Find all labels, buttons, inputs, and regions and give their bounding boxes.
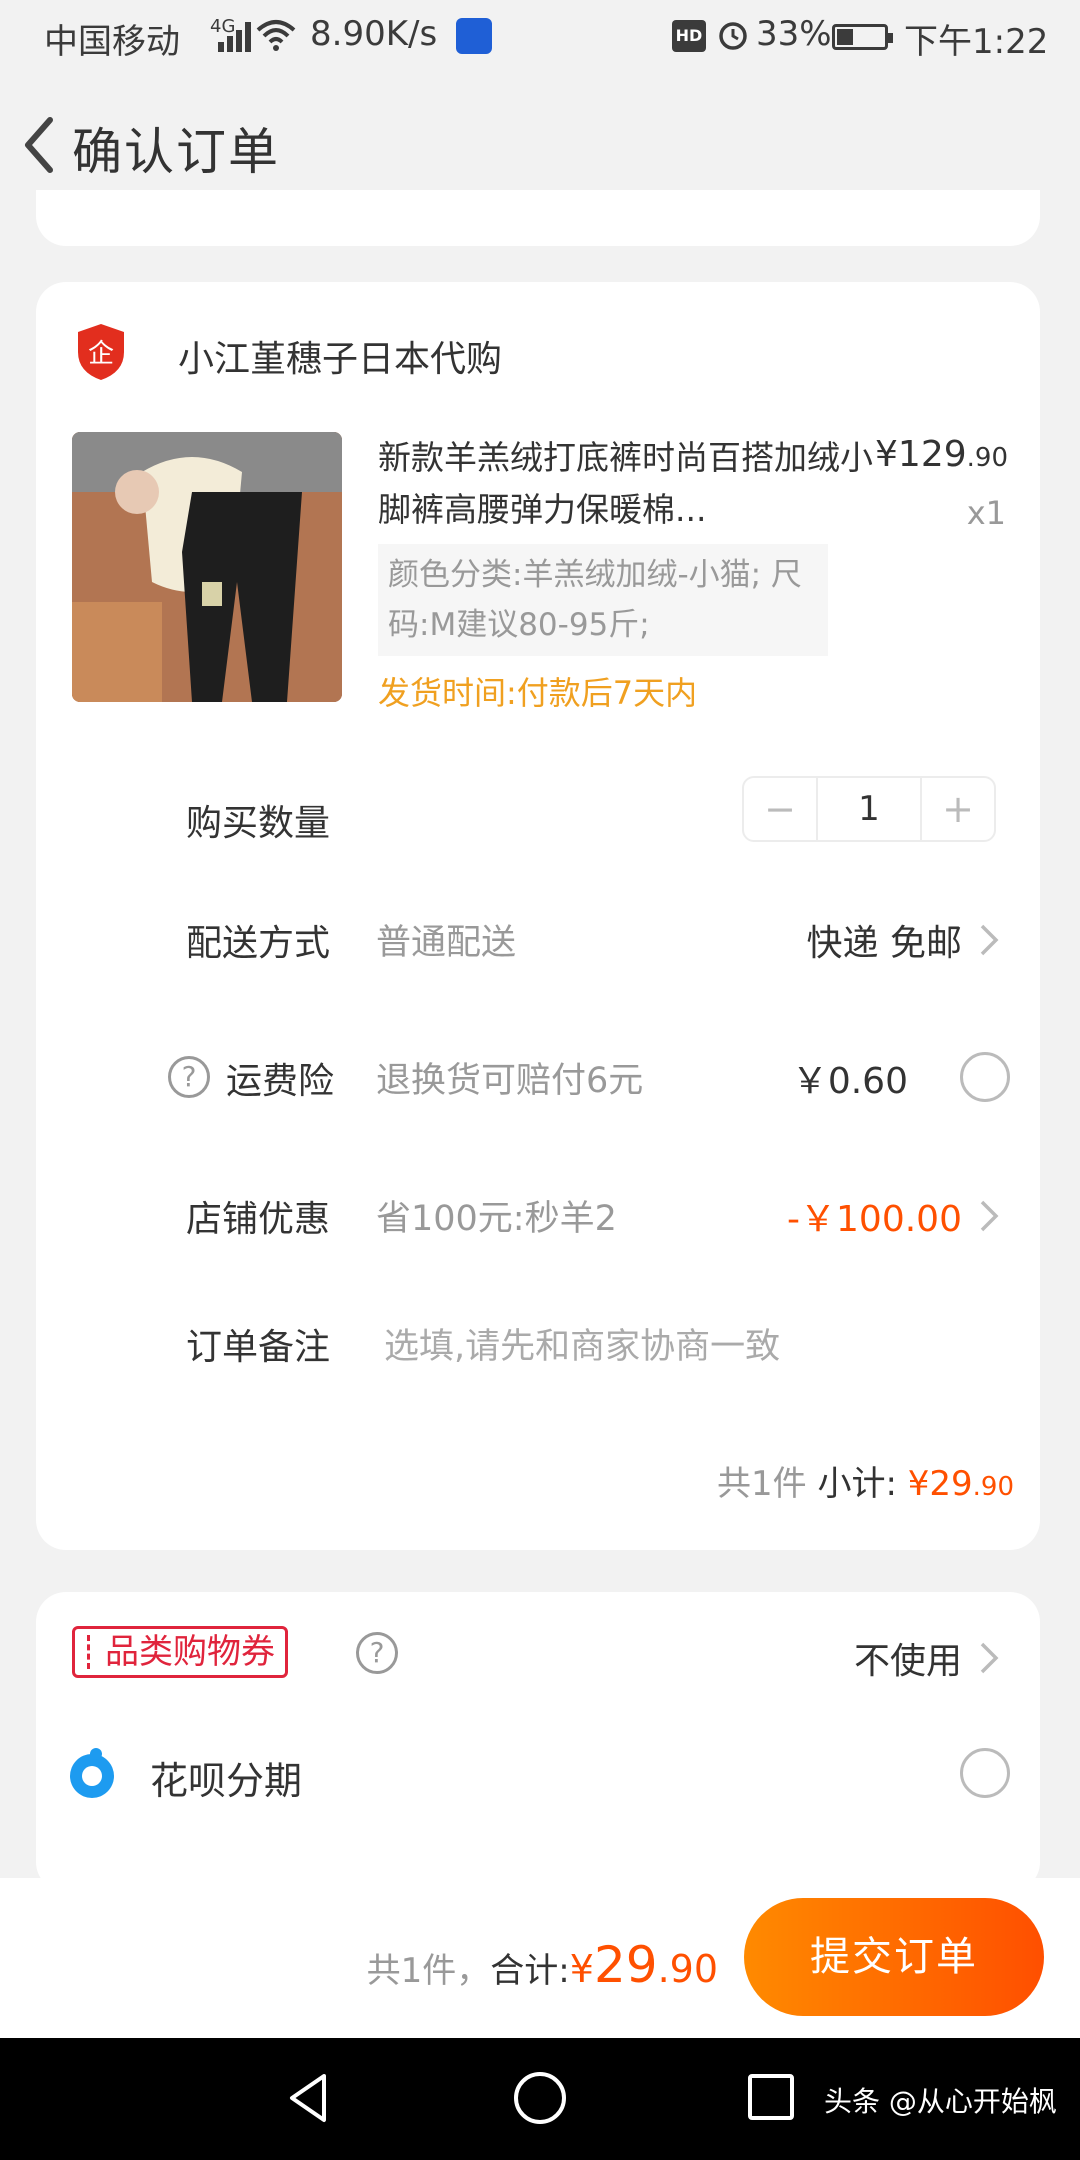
nav-recent-apps-icon[interactable] <box>748 2074 794 2120</box>
hd-badge: HD <box>672 20 706 52</box>
freight-insurance-label: 运费险 <box>226 1061 335 1102</box>
delivery-row[interactable]: 配送方式 普通配送 快递 免邮 <box>36 900 1040 980</box>
decrement-button[interactable]: − <box>744 778 818 840</box>
ship-time: 发货时间:付款后7天内 <box>378 674 698 712</box>
subtotal-integer: 29 <box>929 1464 973 1504</box>
alarm-icon <box>719 22 747 50</box>
delivery-method: 快递 免邮 <box>806 923 962 964</box>
order-note-label: 订单备注 <box>186 1327 331 1368</box>
coupon-value: 不使用 <box>853 1641 962 1682</box>
price-symbol: ¥ <box>875 434 898 475</box>
product-sku: 颜色分类:羊羔绒加绒-小猫; 尺码:M建议80-95斤; <box>378 544 828 656</box>
shop-discount-desc: 省100元:秒羊2 <box>376 1199 617 1239</box>
freight-insurance-desc: 退换货可赔付6元 <box>376 1061 644 1101</box>
back-arrow-icon[interactable] <box>14 110 66 180</box>
total-label: 合计: <box>490 1951 570 1991</box>
huabei-icon <box>70 1748 114 1798</box>
payment-card: 品类购物券 ? 不使用 花呗分期 <box>36 1592 1040 1892</box>
product-image[interactable] <box>72 432 342 702</box>
status-bar: 中国移动 4G 8.90K/s HD 33% 下午1:22 <box>0 0 1080 72</box>
shop-discount-amount: -￥100.00 <box>787 1199 962 1240</box>
signal-icon <box>218 22 254 52</box>
shop-discount-label: 店铺优惠 <box>186 1199 331 1240</box>
checkout-bar: 共1件，合计:¥29.90 提交订单 <box>0 1878 1080 2038</box>
huabei-label: 花呗分期 <box>150 1759 303 1803</box>
total-decimal: .90 <box>657 1947 718 1991</box>
watermark: 头条 @从心开始枫 <box>824 2085 1057 2118</box>
total-price: 共1件，合计:¥29.90 <box>367 1936 718 1994</box>
chevron-right-icon <box>980 1642 999 1674</box>
page-title: 确认订单 <box>72 123 280 181</box>
subtotal-symbol: ¥ <box>907 1464 930 1504</box>
shield-badge-text: 企 <box>88 339 114 369</box>
delivery-value: 普通配送 <box>376 923 517 963</box>
subtotal-decimal: .90 <box>972 1472 1014 1502</box>
total-symbol: ¥ <box>569 1947 594 1991</box>
freight-insurance-radio[interactable] <box>960 1052 1010 1102</box>
wifi-icon <box>256 20 296 51</box>
product-title[interactable]: 新款羊羔绒打底裤时尚百搭加绒小脚裤高腰弹力保暖棉... <box>378 432 878 536</box>
chevron-right-icon <box>980 1200 999 1232</box>
product-photo-illustration <box>72 432 342 702</box>
total-integer: 29 <box>593 1936 658 1994</box>
chevron-right-icon <box>980 924 999 956</box>
subtotal-count: 共1件 <box>717 1464 818 1504</box>
quantity-row: 购买数量 − 1 + <box>36 776 1040 856</box>
coupon-row[interactable]: 不使用 <box>36 1618 1040 1698</box>
price-decimal: .90 <box>966 443 1008 473</box>
shop-discount-row[interactable]: 店铺优惠 省100元:秒羊2 -￥100.00 <box>36 1176 1040 1256</box>
order-note-input[interactable]: 选填,请先和商家协商一致 <box>384 1318 780 1369</box>
product-quantity: x1 <box>966 494 1006 532</box>
huabei-radio[interactable] <box>960 1748 1010 1798</box>
subtotal-label: 小计: <box>817 1464 908 1504</box>
network-speed: 8.90K/s <box>310 14 438 54</box>
system-nav-bar: 头条 @从心开始枫 <box>0 2038 1080 2160</box>
total-amount: ¥29.90 <box>569 1936 718 1994</box>
delivery-label: 配送方式 <box>186 923 331 964</box>
subtotal: 共1件 小计: ¥29.90 <box>717 1456 1014 1505</box>
freight-insurance-row: ? 运费险 退换货可赔付6元 ￥0.60 <box>36 1038 1040 1118</box>
product-price: ¥129.90 <box>875 434 1008 475</box>
clock: 下午1:22 <box>904 22 1049 62</box>
price-integer: 129 <box>897 434 967 475</box>
help-icon[interactable]: ? <box>168 1056 210 1098</box>
quantity-stepper: − 1 + <box>742 776 996 842</box>
battery-icon <box>832 24 893 50</box>
order-note-row: 订单备注 选填,请先和商家协商一致 <box>36 1304 1040 1384</box>
total-count: 共1件， <box>366 1951 491 1991</box>
battery-percent: 33% <box>756 14 832 54</box>
shop-name: 小江堇穗子日本代购 <box>178 339 503 380</box>
quantity-label: 购买数量 <box>186 803 331 844</box>
previous-section-card <box>36 190 1040 246</box>
app-notification-icon <box>456 18 492 54</box>
freight-insurance-price: ￥0.60 <box>791 1061 908 1102</box>
order-card: 企 小江堇穗子日本代购 新款羊羔绒打底裤时尚百搭加绒小脚裤高腰弹力保暖棉... … <box>36 282 1040 1550</box>
nav-back-icon[interactable] <box>284 2070 334 2126</box>
increment-button[interactable]: + <box>920 778 994 840</box>
carrier-label: 中国移动 <box>44 22 180 62</box>
submit-order-button[interactable]: 提交订单 <box>744 1898 1044 2016</box>
nav-home-icon[interactable] <box>514 2072 566 2124</box>
quantity-input[interactable]: 1 <box>818 778 920 840</box>
enterprise-shield-icon: 企 <box>78 324 124 380</box>
subtotal-amount: ¥29.90 <box>908 1464 1014 1504</box>
